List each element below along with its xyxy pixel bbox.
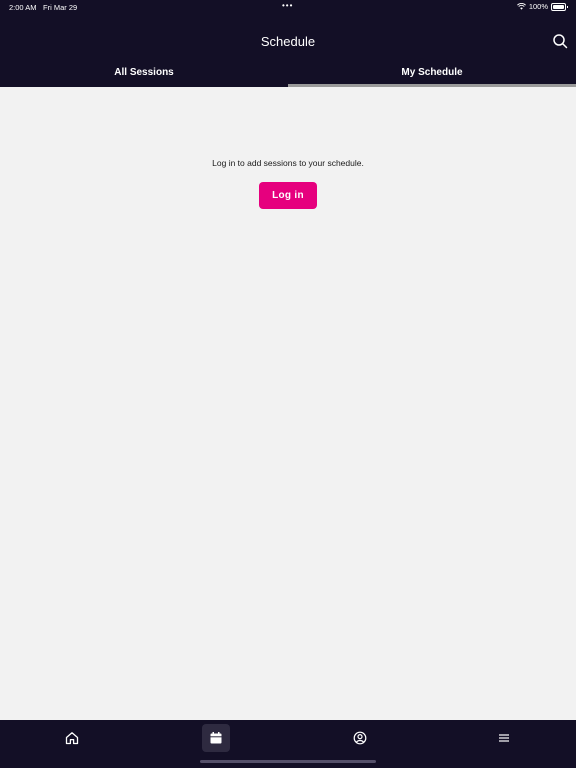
search-icon[interactable] [552, 33, 568, 49]
nav-menu[interactable] [490, 724, 518, 752]
tab-my-schedule[interactable]: My Schedule [288, 62, 576, 87]
status-right: 100% [516, 2, 568, 11]
home-indicator[interactable] [200, 760, 376, 763]
tab-all-sessions[interactable]: All Sessions [0, 62, 288, 87]
menu-icon [499, 734, 509, 742]
nav-home[interactable] [58, 724, 86, 752]
login-button[interactable]: Log in [259, 182, 317, 209]
tab-label: All Sessions [114, 67, 174, 78]
multitasking-dots[interactable]: ••• [282, 1, 293, 10]
nav-schedule[interactable] [202, 724, 230, 752]
page-title: Schedule [260, 34, 316, 49]
main-content: Log in to add sessions to your schedule.… [0, 87, 576, 720]
top-bar: 2:00 AM Fri Mar 29 ••• 100% Schedule All… [0, 0, 576, 87]
home-icon [65, 732, 79, 745]
calendar-icon [210, 732, 222, 744]
battery-percent: 100% [528, 2, 548, 11]
bottom-nav [0, 720, 576, 768]
tab-bar: All Sessions My Schedule [0, 62, 576, 87]
login-prompt-message: Log in to add sessions to your schedule. [212, 158, 364, 168]
wifi-icon [516, 3, 526, 10]
battery-icon [551, 2, 568, 11]
nav-profile[interactable] [346, 724, 374, 752]
tab-label: My Schedule [401, 67, 463, 78]
status-bar: 2:00 AM Fri Mar 29 ••• 100% [0, 0, 576, 14]
status-time: 2:00 AM [9, 3, 37, 12]
status-date: Fri Mar 29 [43, 3, 78, 12]
profile-icon [353, 731, 367, 745]
